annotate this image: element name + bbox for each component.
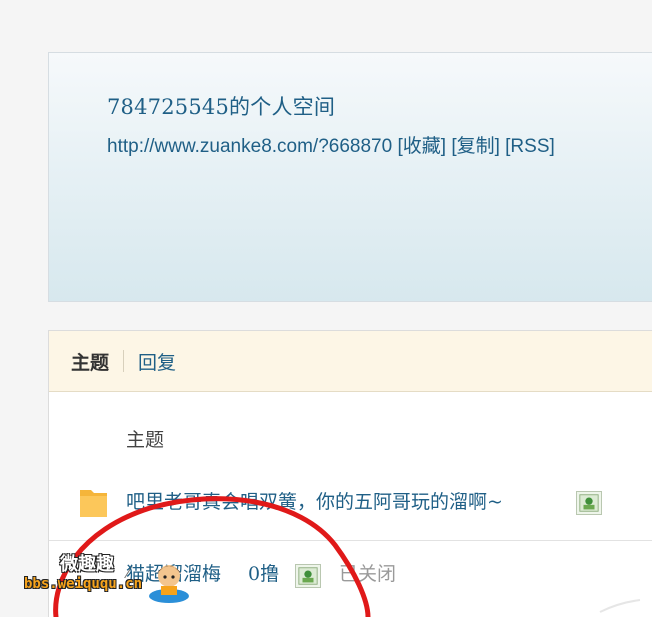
thread-title-link[interactable]: 吧里老哥真会唱双簧，你的五阿哥玩的溜啊~ <box>126 487 503 514</box>
page: 784725545的个人空间 http://www.zuanke8.com/?6… <box>0 0 652 617</box>
space-url-link[interactable]: http://www.zuanke8.com/?668870 <box>107 136 392 157</box>
mascot-icon <box>149 565 189 603</box>
tab-topics[interactable]: 主题 <box>71 348 109 375</box>
tab-replies[interactable]: 回复 <box>138 348 176 375</box>
image-icon <box>295 564 321 588</box>
tab-divider <box>123 350 125 372</box>
column-header-topic: 主题 <box>126 429 165 451</box>
image-icon <box>576 491 602 515</box>
table-row: 吧里老哥真会唱双簧，你的五阿哥玩的溜啊~ <box>49 469 652 541</box>
copy-link[interactable]: [复制] <box>451 136 500 157</box>
tab-bar: 主题 回复 <box>49 331 652 392</box>
thread-status-badge: 已关闭 <box>339 563 397 585</box>
folder-icon <box>80 490 107 517</box>
space-header: 784725545的个人空间 http://www.zuanke8.com/?6… <box>48 52 652 302</box>
space-links: http://www.zuanke8.com/?668870 [收藏] [复制]… <box>107 131 555 158</box>
rss-link[interactable]: [RSS] <box>505 136 555 157</box>
watermark: 微趣趣 bbs.weiququ.cn <box>20 548 200 608</box>
thread-reply-count: 0撸 <box>248 563 280 585</box>
favorite-link[interactable]: [收藏] <box>397 136 446 157</box>
watermark-title: 微趣趣 <box>60 554 114 575</box>
space-title[interactable]: 784725545的个人空间 <box>107 91 335 121</box>
watermark-url: bbs.weiququ.cn <box>24 576 143 592</box>
